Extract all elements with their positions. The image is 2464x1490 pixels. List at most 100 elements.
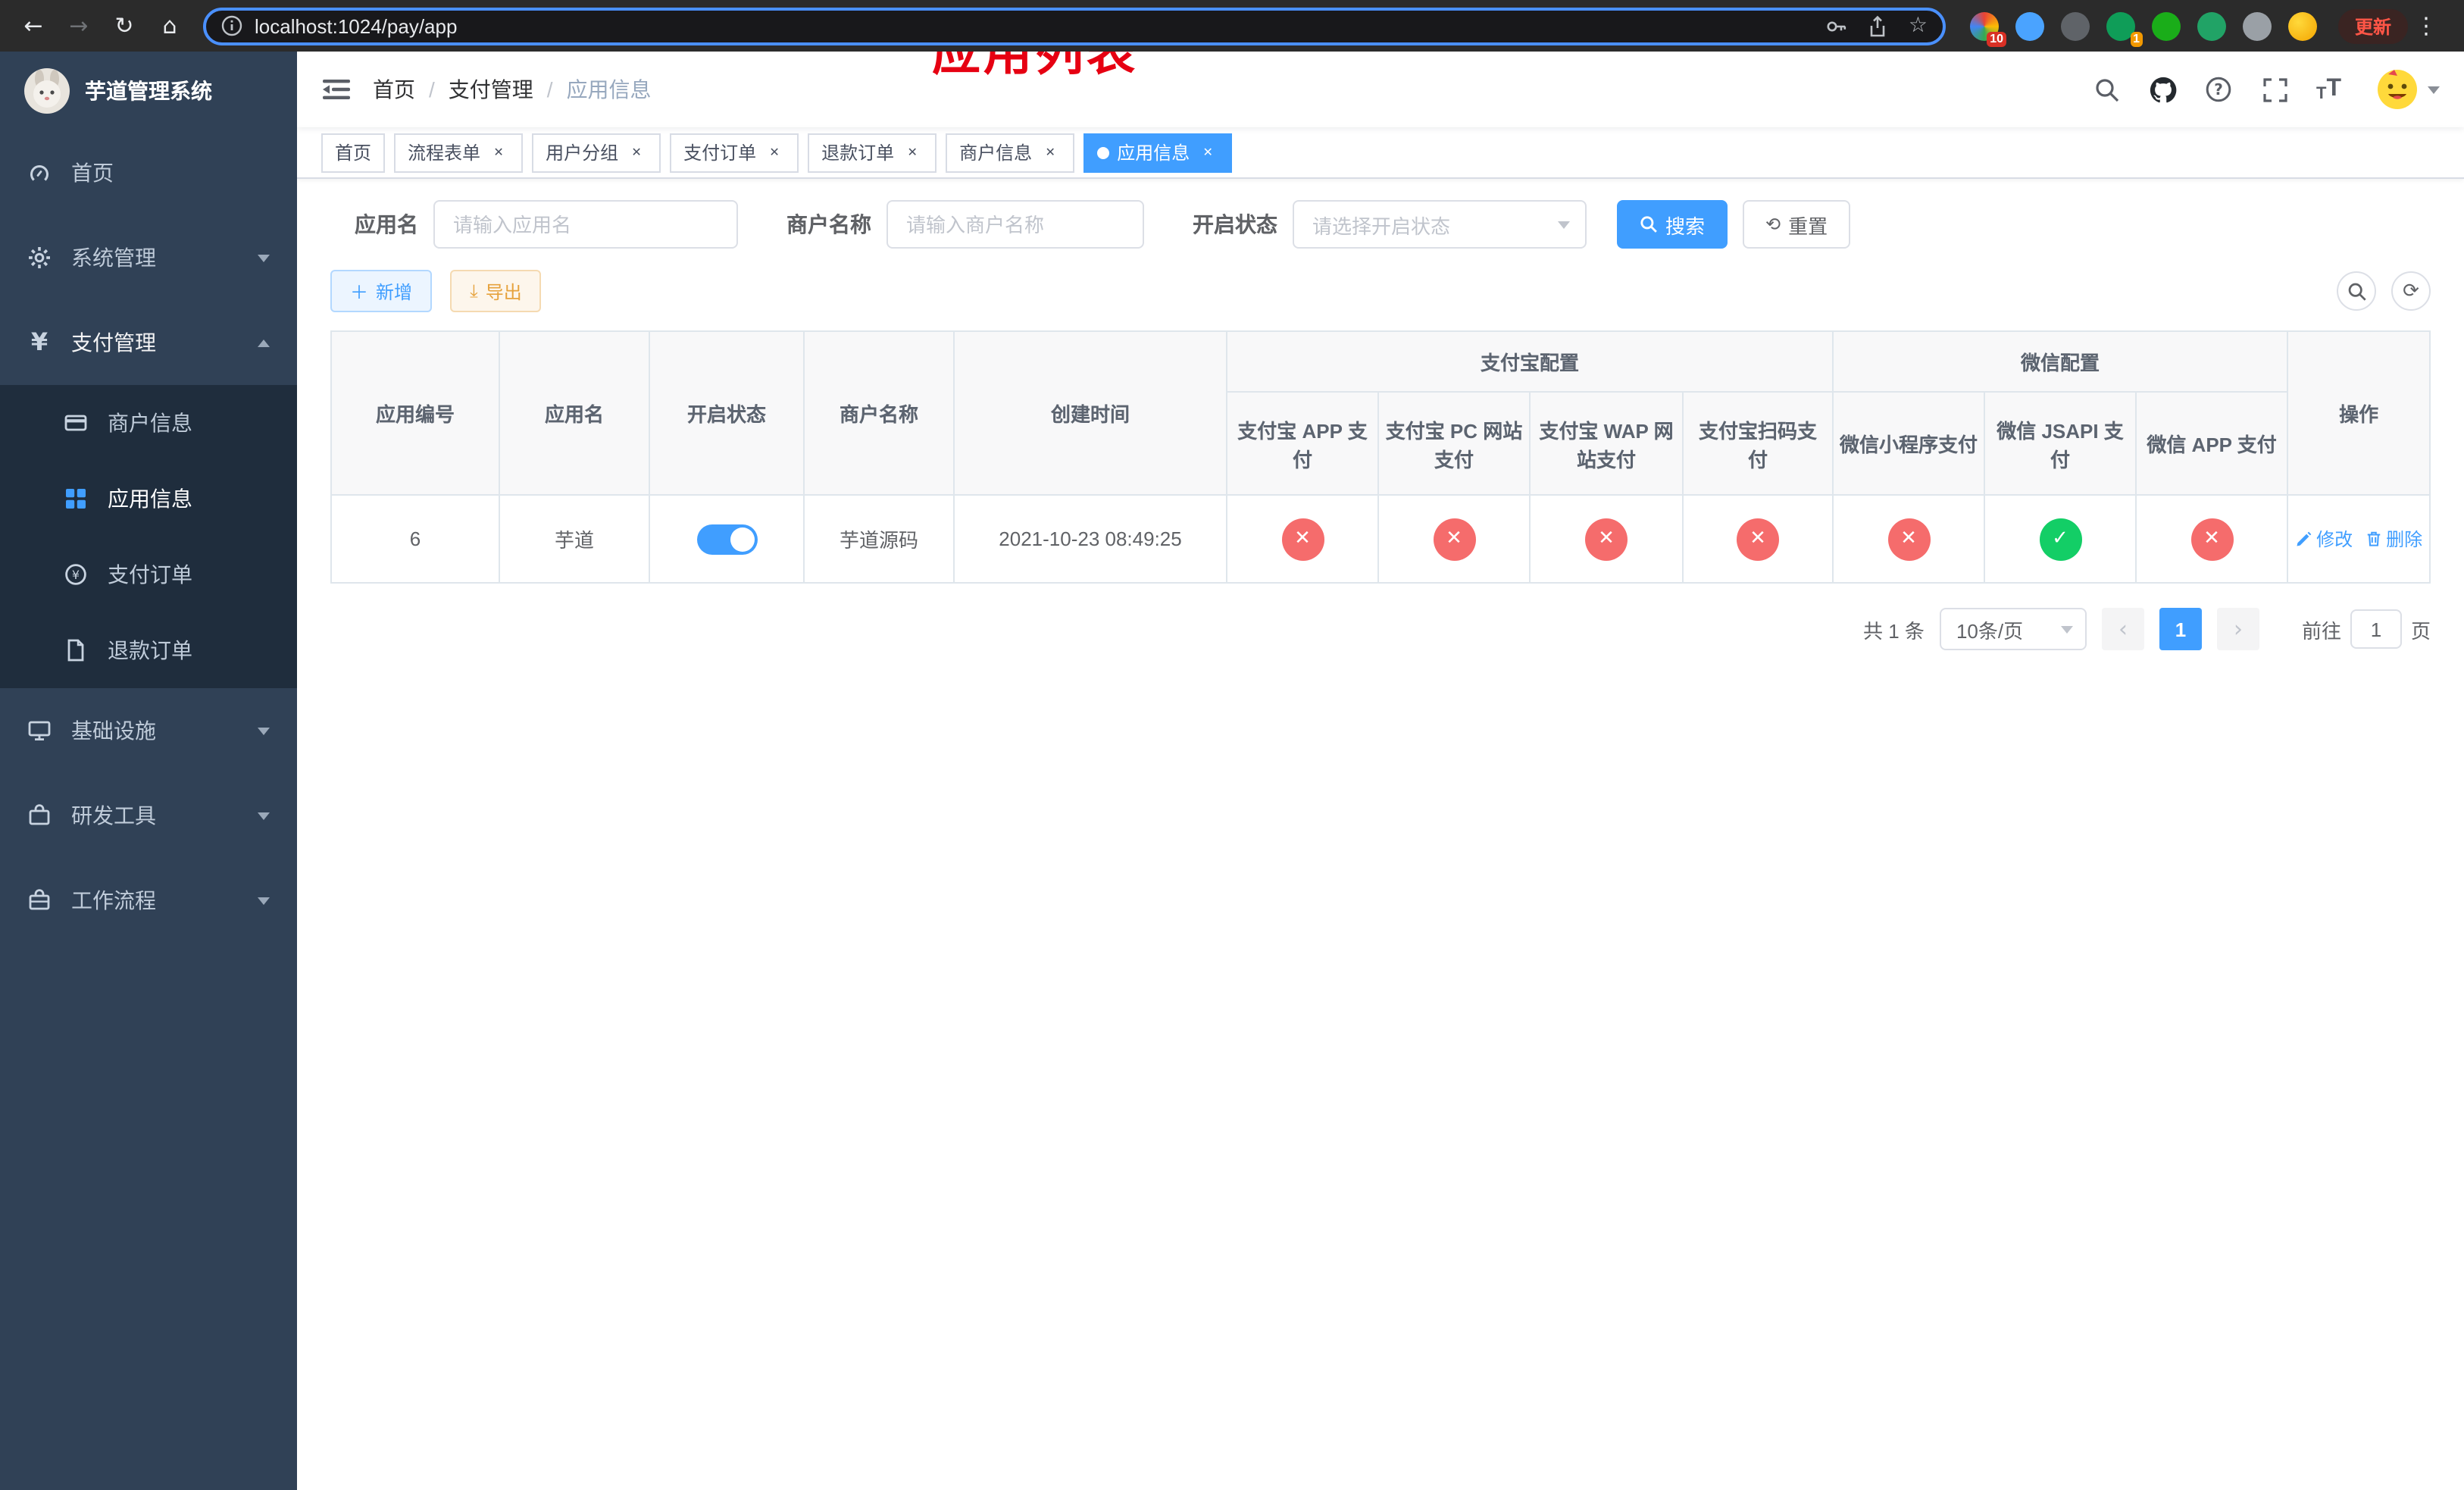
sidebar-item-label: 基础设施 [71, 718, 156, 743]
delete-button[interactable]: 删除 [2365, 526, 2422, 552]
share-icon[interactable] [1868, 14, 1889, 37]
sidebar-item-label: 系统管理 [71, 246, 156, 270]
col-alipay-pc: 支付宝 PC 网站支付 [1377, 391, 1531, 496]
breadcrumb: 首页 / 支付管理 / 应用信息 [373, 74, 652, 105]
search-icon[interactable] [2092, 74, 2122, 105]
back-button[interactable]: ← [12, 5, 55, 47]
extension-emoji-icon[interactable] [2288, 11, 2317, 40]
merchant-name-input[interactable] [886, 200, 1144, 249]
export-button[interactable]: ⤓ 导出 [450, 270, 542, 312]
refresh-table-button[interactable]: ⟳ [2391, 271, 2431, 311]
close-icon[interactable] [1040, 142, 1061, 163]
grid-icon [64, 487, 88, 511]
tab-refund-order[interactable]: 退款订单 [808, 133, 937, 172]
status-select[interactable]: 请选择开启状态 [1293, 200, 1587, 249]
sidebar-item-label: 商户信息 [108, 411, 192, 435]
close-icon[interactable] [626, 142, 647, 163]
sidebar-item-payment[interactable]: ¥ 支付管理 [0, 300, 297, 385]
extension-grid-icon[interactable]: 10 [1970, 11, 2006, 46]
disabled-icon [1281, 518, 1324, 560]
tab-app-info[interactable]: 应用信息 [1083, 133, 1233, 172]
page-size-select[interactable]: 10条/页 [1939, 608, 2087, 650]
tab-home[interactable]: 首页 [321, 133, 386, 172]
search-button[interactable]: 搜索 [1617, 200, 1728, 249]
tab-process-form[interactable]: 流程表单 [394, 133, 524, 172]
sidebar-item-refund-order[interactable]: 退款订单 [0, 612, 297, 688]
sidebar-item-system[interactable]: 系统管理 [0, 215, 297, 300]
sidebar-item-workflow[interactable]: 工作流程 [0, 858, 297, 943]
font-size-icon[interactable]: TT [2316, 76, 2341, 103]
extension-drop-icon[interactable] [2015, 11, 2044, 40]
sidebar-item-app-info[interactable]: 应用信息 [0, 461, 297, 537]
next-page-button[interactable]: › [2216, 608, 2259, 650]
tab-user-group[interactable]: 用户分组 [532, 133, 661, 172]
app-name-input[interactable] [433, 200, 738, 249]
address-bar[interactable]: localhost:1024/pay/app ☆ [203, 7, 1946, 45]
prev-page-button[interactable]: ‹ [2101, 608, 2144, 650]
refresh-icon: ⟲ [1765, 214, 1781, 235]
bookmark-star-icon[interactable]: ☆ [1909, 15, 1928, 36]
reset-button[interactable]: ⟲ 重置 [1743, 200, 1851, 249]
extension-gray-icon[interactable] [2061, 11, 2090, 40]
breadcrumb-home[interactable]: 首页 [373, 74, 415, 105]
extension-pin-icon[interactable] [2243, 11, 2272, 40]
tab-merchant-info[interactable]: 商户信息 [946, 133, 1075, 172]
url-text: localhost:1024/pay/app [255, 14, 458, 37]
hamburger-icon[interactable] [321, 74, 352, 105]
sidebar-item-home[interactable]: 首页 [0, 130, 297, 215]
sidebar-item-label: 首页 [71, 161, 114, 185]
app-logo[interactable]: 芋道管理系统 [0, 52, 297, 130]
browser-menu-icon[interactable]: ⋮ [2411, 12, 2441, 39]
sidebar-menu: 首页 系统管理 ¥ 支付管理 商户信息 应用信息 ¥ 支付订单 退款订单 基础设… [0, 130, 297, 943]
browser-update-button[interactable]: 更新 [2338, 8, 2409, 43]
close-icon[interactable] [764, 142, 785, 163]
close-icon[interactable] [488, 142, 509, 163]
extension-teal-icon[interactable]: 1 [2106, 11, 2143, 46]
sidebar-item-pay-order[interactable]: ¥ 支付订单 [0, 537, 297, 612]
chevron-down-icon [258, 897, 270, 904]
close-icon[interactable] [1197, 142, 1218, 163]
download-icon: ⤓ [470, 280, 478, 301]
sidebar-item-label: 研发工具 [71, 803, 156, 828]
site-info-icon[interactable] [221, 15, 242, 36]
goto-page-input[interactable] [2350, 609, 2402, 649]
yen-icon: ¥ [30, 327, 48, 356]
toggle-search-button[interactable] [2337, 271, 2376, 311]
pagination: 共 1 条 10条/页 ‹ 1 › 前往 页 [330, 608, 2431, 650]
status-toggle[interactable] [696, 524, 757, 554]
user-menu[interactable] [2376, 68, 2440, 111]
extension-green-icon[interactable] [2197, 11, 2226, 40]
help-icon[interactable]: ? [2204, 74, 2234, 105]
total-count: 共 1 条 [1863, 619, 1925, 642]
dashboard-icon [27, 161, 52, 185]
main-area: 首页 / 支付管理 / 应用信息 ? TT 首页 流程表单 ✕ 用户分组 ✕ 支… [297, 52, 2464, 1490]
current-page-button[interactable]: 1 [2159, 608, 2202, 650]
home-button[interactable]: ⌂ [149, 5, 191, 47]
document-icon [64, 638, 88, 662]
fullscreen-icon[interactable] [2260, 74, 2290, 105]
goto-label: 前往 [2301, 619, 2341, 642]
sidebar-item-label: 支付订单 [108, 562, 192, 587]
password-key-icon[interactable] [1825, 14, 1848, 37]
col-group-alipay: 支付宝配置 [1225, 330, 1834, 393]
sidebar-item-label: 工作流程 [71, 888, 156, 912]
col-wx-app: 微信 APP 支付 [2135, 391, 2289, 496]
chevron-down-icon [258, 812, 270, 819]
breadcrumb-payment[interactable]: 支付管理 [449, 74, 533, 105]
edit-button[interactable]: 修改 [2295, 526, 2353, 552]
chevron-down-icon [1558, 221, 1570, 228]
chevron-down-icon [2060, 625, 2073, 633]
reload-button[interactable]: ↻ [103, 5, 145, 47]
sidebar-item-infrastructure[interactable]: 基础设施 [0, 688, 297, 773]
sidebar-item-merchant-info[interactable]: 商户信息 [0, 385, 297, 461]
tab-pay-order[interactable]: 支付订单 [670, 133, 799, 172]
add-button[interactable]: ＋ 新增 [330, 270, 433, 312]
tabs-bar: 首页 流程表单 用户分组 支付订单 退款订单 商户信息 [297, 127, 2464, 179]
close-icon[interactable] [902, 142, 923, 163]
extension-wechat-icon[interactable] [2152, 11, 2181, 40]
forward-button[interactable]: → [58, 5, 100, 47]
sidebar-item-dev-tools[interactable]: 研发工具 [0, 773, 297, 858]
sidebar-item-label: 支付管理 [71, 330, 156, 355]
github-icon[interactable] [2148, 74, 2178, 105]
page-unit-label: 页 [2410, 619, 2431, 642]
